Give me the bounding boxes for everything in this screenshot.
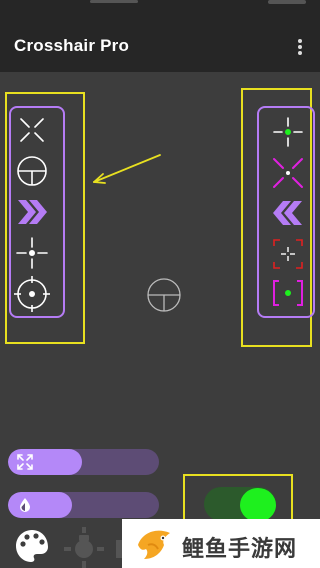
x-crosshair-icon[interactable] (12, 110, 52, 150)
fish-logo-icon (138, 530, 170, 559)
red-bracket-cross-crosshair-icon[interactable] (268, 234, 308, 274)
expand-icon (17, 454, 33, 470)
magenta-x-crosshair-icon[interactable] (268, 153, 308, 193)
app-title: Crosshair Pro (14, 36, 130, 55)
annotation-arrow (88, 150, 164, 193)
palette-icon[interactable] (14, 528, 50, 564)
watermark-text: 鲤鱼手游网 (182, 537, 298, 562)
overflow-menu-icon[interactable] (291, 37, 309, 57)
circle-cross-dot-crosshair-icon[interactable] (12, 274, 52, 314)
double-chevron-left-icon[interactable] (268, 193, 308, 233)
green-dot-cross-crosshair-icon[interactable] (268, 112, 308, 152)
dot-cross-crosshair-icon[interactable] (12, 233, 52, 273)
circle-t-crosshair-icon[interactable] (12, 151, 52, 191)
opacity-slider[interactable] (8, 492, 159, 518)
toggle-knob[interactable] (240, 488, 276, 522)
double-chevron-right-icon[interactable] (12, 192, 52, 232)
magenta-bracket-green-dot-crosshair-icon[interactable] (268, 273, 308, 313)
app-bar: Crosshair Pro (0, 10, 320, 72)
watermark: 鲤鱼手游网 (122, 519, 320, 568)
status-bar (0, 0, 320, 10)
active-crosshair-preview (146, 277, 182, 318)
drop-icon (20, 498, 30, 512)
status-icons (268, 0, 306, 4)
status-text (90, 0, 138, 3)
lightbulb-icon[interactable] (62, 527, 106, 568)
size-slider[interactable] (8, 449, 159, 475)
